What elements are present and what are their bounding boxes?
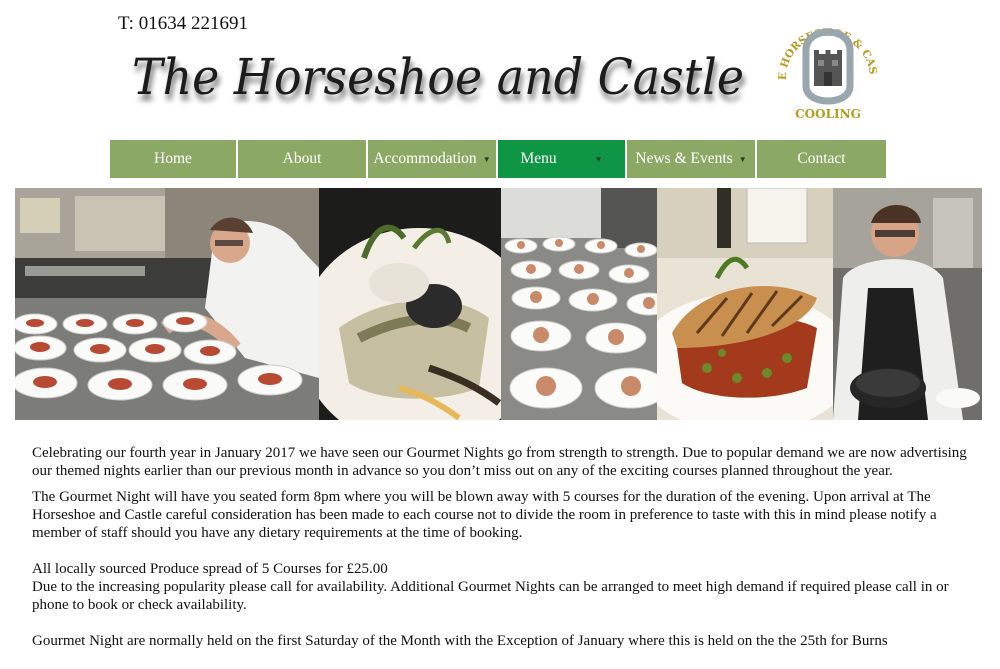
nav-contact[interactable]: Contact [757, 140, 886, 178]
phone-number: T: 01634 221691 [118, 13, 248, 34]
nav-news-events[interactable]: News & Events ▼ [627, 140, 757, 178]
site-title: The Horseshoe and Castle [132, 48, 744, 106]
nav-accommodation-label: Accommodation [373, 150, 477, 167]
nav-contact-label: Contact [797, 150, 846, 167]
chef-plating-photo [15, 188, 319, 420]
dish-closeup-photo [319, 188, 501, 420]
plated-starters-photo [501, 188, 657, 420]
chef-with-pan-photo [833, 188, 982, 420]
grilled-chicken-photo [657, 188, 833, 420]
availability-paragraph: Due to the increasing popularity please … [32, 579, 949, 613]
main-content: Celebrating our fourth year in January 2… [32, 444, 977, 658]
nav-home[interactable]: Home [110, 140, 238, 178]
schedule-paragraph: Gourmet Night are normally held on the f… [32, 633, 888, 649]
nav-menu[interactable]: Menu ▼ [498, 140, 627, 178]
chevron-down-icon: ▼ [738, 154, 747, 164]
logo-text-bottom: COOLING [795, 107, 861, 121]
nav-about[interactable]: About [238, 140, 368, 178]
banner-photo-strip [15, 188, 982, 420]
logo[interactable]: THE HORSESHOE & CASTLE COOLING [772, 16, 884, 128]
nav-news-events-label: News & Events [635, 150, 733, 167]
chevron-down-icon: ▼ [482, 154, 491, 164]
intro-paragraph: Celebrating our fourth year in January 2… [32, 445, 967, 479]
nav-home-label: Home [154, 150, 192, 167]
site-title-text: The Horseshoe and Castle [132, 48, 744, 106]
chevron-down-icon: ▼ [594, 154, 603, 164]
nav-accommodation[interactable]: Accommodation ▼ [368, 140, 498, 178]
nav-menu-label: Menu [520, 150, 557, 167]
gourmet-night-paragraph: The Gourmet Night will have you seated f… [32, 489, 937, 541]
price-line: All locally sourced Produce spread of 5 … [32, 561, 388, 577]
main-nav: Home About Accommodation ▼ Menu ▼ News &… [110, 140, 886, 178]
nav-about-label: About [282, 150, 322, 167]
